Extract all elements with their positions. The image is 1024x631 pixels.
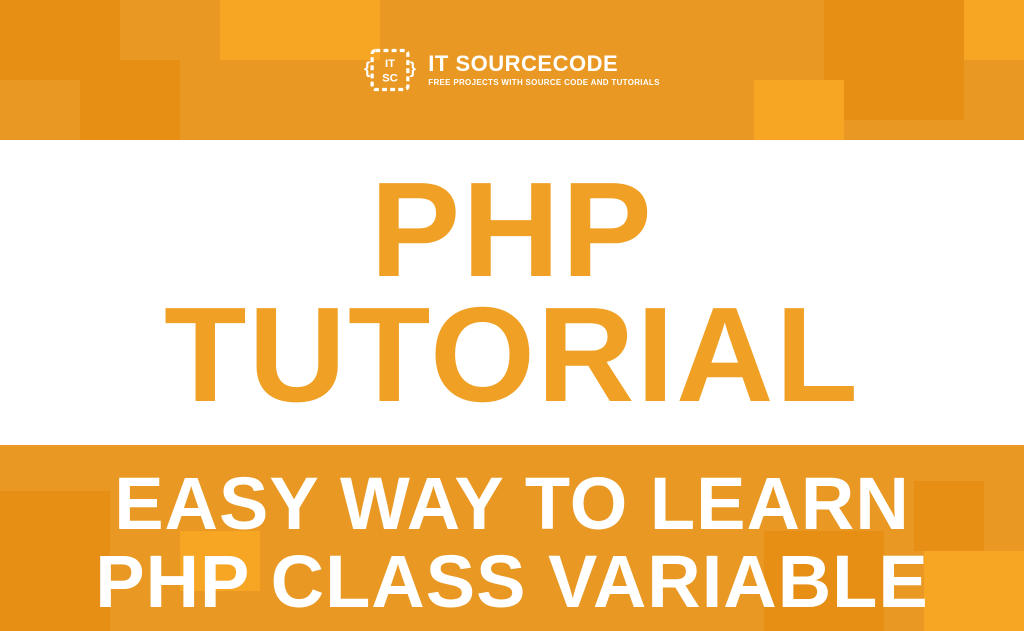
svg-text:SC: SC bbox=[382, 72, 398, 84]
main-title-band: PHP TUTORIAL bbox=[0, 140, 1024, 445]
subtitle-line2: PHP CLASS VARIABLE bbox=[95, 543, 928, 621]
subtitle-section: EASY WAY TO LEARN PHP CLASS VARIABLE bbox=[0, 445, 1024, 631]
brand-name: IT SOURCECODE bbox=[428, 53, 659, 75]
svg-text:IT: IT bbox=[385, 58, 395, 70]
subtitle-line1: EASY WAY TO LEARN bbox=[114, 465, 910, 543]
header: IT SC { } IT SOURCECODE FREE PROJECTS WI… bbox=[0, 0, 1024, 140]
svg-text:{: { bbox=[364, 59, 370, 77]
brand-icon: IT SC { } bbox=[364, 44, 416, 96]
brand-tagline: FREE PROJECTS WITH SOURCE CODE AND TUTOR… bbox=[428, 78, 659, 87]
tutorial-banner: IT SC { } IT SOURCECODE FREE PROJECTS WI… bbox=[0, 0, 1024, 631]
brand-logo: IT SC { } IT SOURCECODE FREE PROJECTS WI… bbox=[364, 44, 659, 96]
main-title-line2: TUTORIAL bbox=[164, 293, 860, 417]
main-title-line1: PHP bbox=[370, 168, 654, 292]
brand-text: IT SOURCECODE FREE PROJECTS WITH SOURCE … bbox=[428, 53, 659, 87]
svg-text:}: } bbox=[410, 59, 416, 77]
